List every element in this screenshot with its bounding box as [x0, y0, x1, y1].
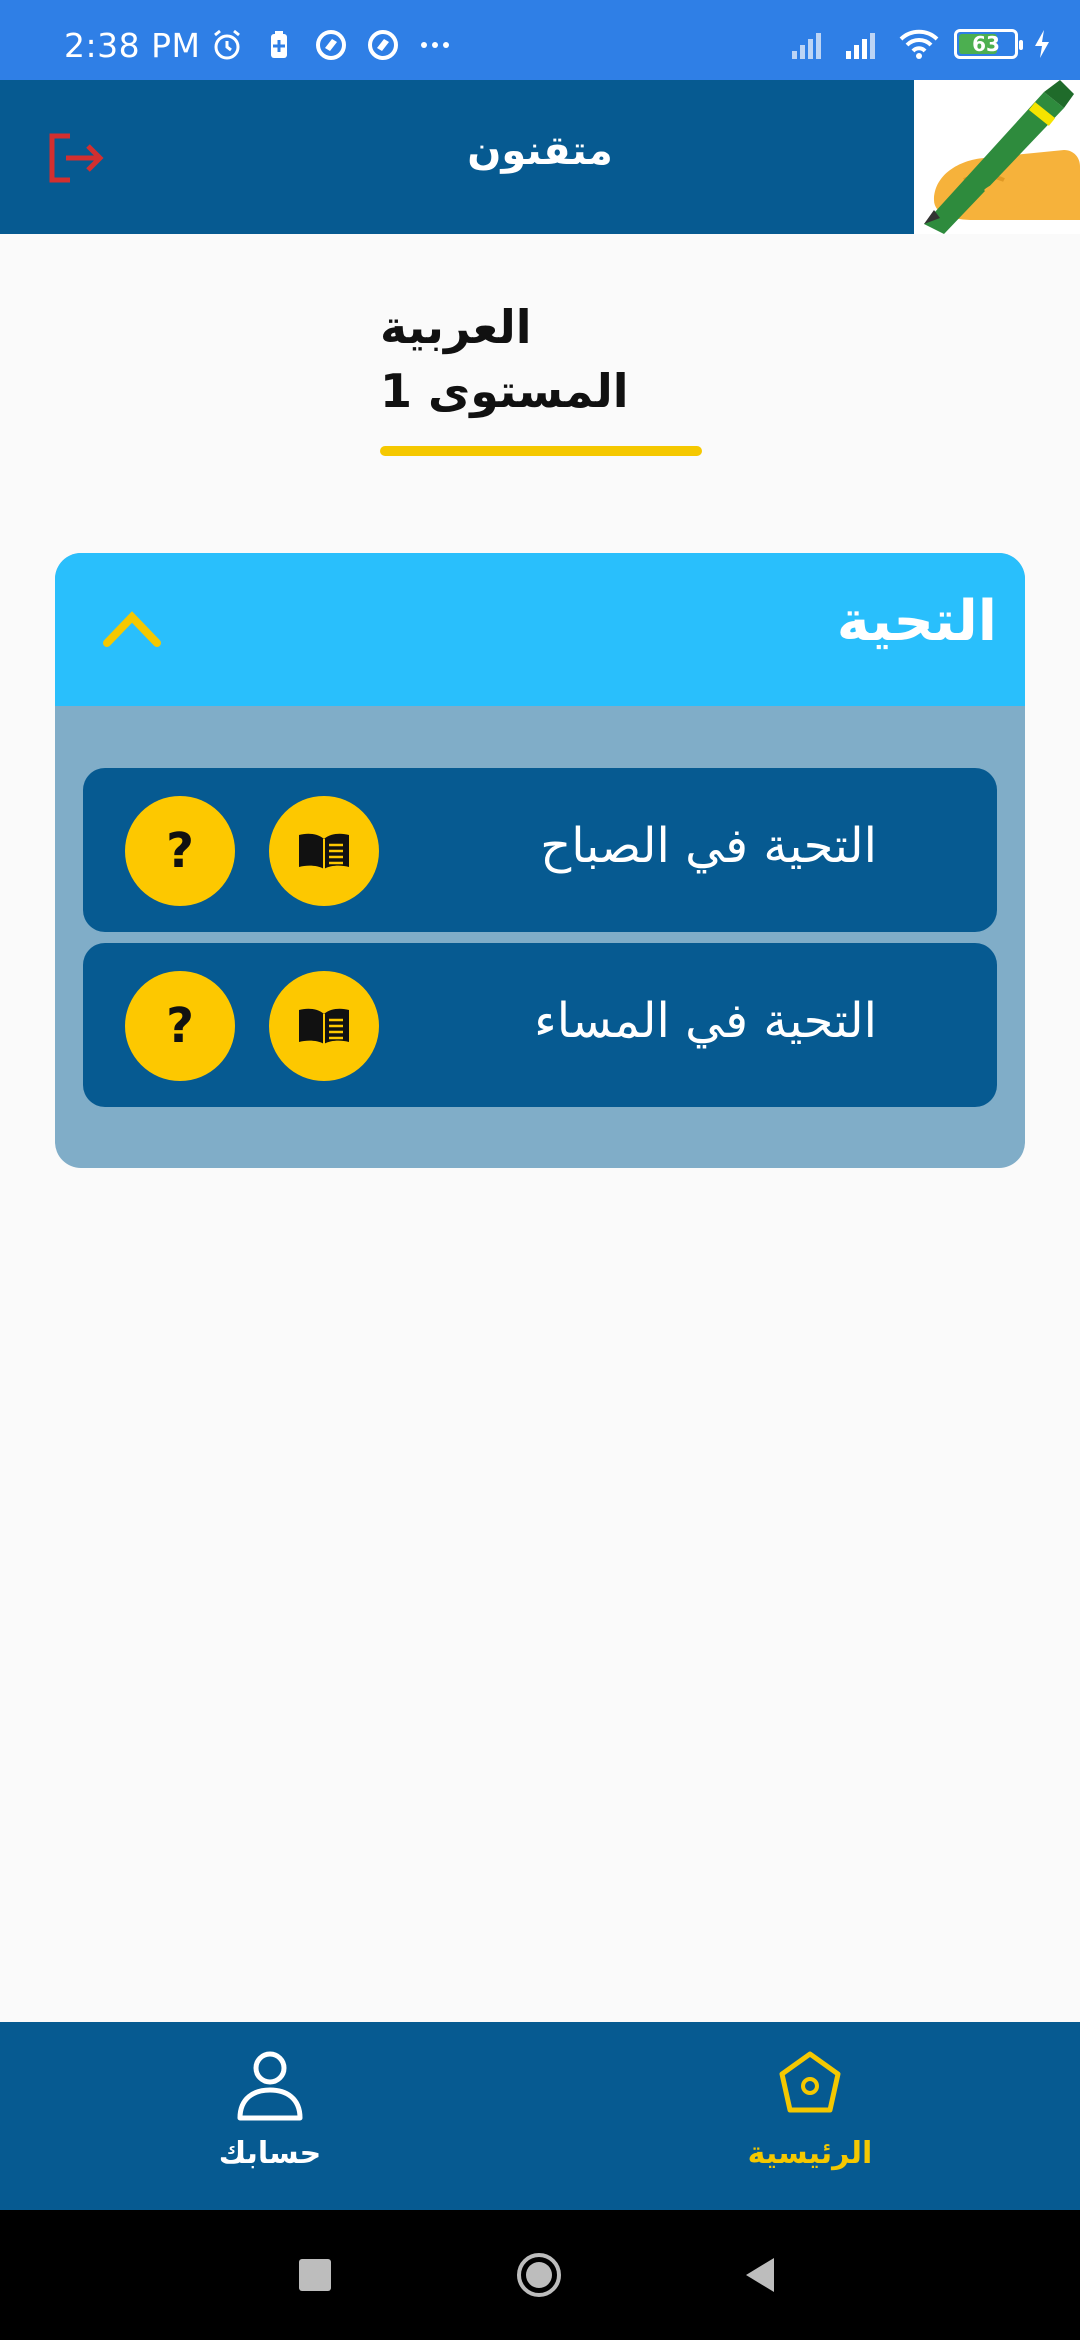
section-title: التحية — [836, 589, 997, 654]
person-icon — [237, 2051, 303, 2121]
battery-saver-icon — [271, 31, 287, 58]
lesson-item[interactable]: ? التحية في الصباح — [83, 768, 997, 932]
battery-level: 63 — [972, 32, 1000, 56]
nav-account-label: حسابك — [218, 2136, 322, 2171]
bottom-nav: الرئيسية حسابك — [0, 2022, 1080, 2210]
more-dots-icon — [421, 42, 449, 48]
back-icon[interactable] — [736, 2250, 786, 2300]
nav-home[interactable]: الرئيسية — [700, 2044, 920, 2171]
home-button-icon[interactable] — [514, 2250, 564, 2300]
system-nav-bar — [0, 2210, 1080, 2340]
sync-icon — [368, 30, 398, 60]
course-header: العربية المستوى 1 — [380, 300, 710, 456]
section-header[interactable]: التحية — [55, 553, 1025, 706]
status-system-icons: 63 — [790, 28, 1052, 60]
nav-account[interactable]: حسابك — [160, 2044, 380, 2171]
quiz-button[interactable]: ? — [125, 796, 235, 906]
section-card: التحية ? التحية في الصباح ? التحية في ال… — [55, 553, 1025, 1168]
charging-icon — [1035, 30, 1049, 58]
course-name: العربية — [380, 300, 532, 354]
course-underline — [380, 446, 702, 456]
vpn-icon — [316, 30, 346, 60]
chevron-up-icon[interactable] — [99, 605, 165, 653]
home-icon — [779, 2051, 841, 2113]
lesson-title: التحية في الصباح — [540, 818, 877, 874]
status-notification-icons — [210, 28, 452, 62]
alarm-icon — [214, 29, 240, 60]
battery-icon: 63 — [954, 29, 1023, 59]
signal-icon — [846, 33, 875, 59]
read-button[interactable] — [269, 796, 379, 906]
signal-icon — [792, 33, 821, 59]
read-button[interactable] — [269, 971, 379, 1081]
nav-home-label: الرئيسية — [747, 2136, 873, 2171]
book-icon — [299, 1008, 349, 1044]
book-icon — [299, 833, 349, 869]
recents-icon[interactable] — [290, 2250, 340, 2300]
course-level: المستوى 1 — [380, 364, 629, 418]
status-time: 2:38 PM — [64, 26, 201, 65]
pen-hand-logo — [914, 80, 1080, 234]
lesson-title: التحية في المساء — [534, 993, 877, 1049]
app-bar: متقنون — [0, 80, 1080, 234]
lesson-item[interactable]: ? التحية في المساء — [83, 943, 997, 1107]
wifi-icon — [899, 29, 939, 59]
quiz-button[interactable]: ? — [125, 971, 235, 1081]
status-bar: 2:38 PM 63 — [0, 0, 1080, 80]
